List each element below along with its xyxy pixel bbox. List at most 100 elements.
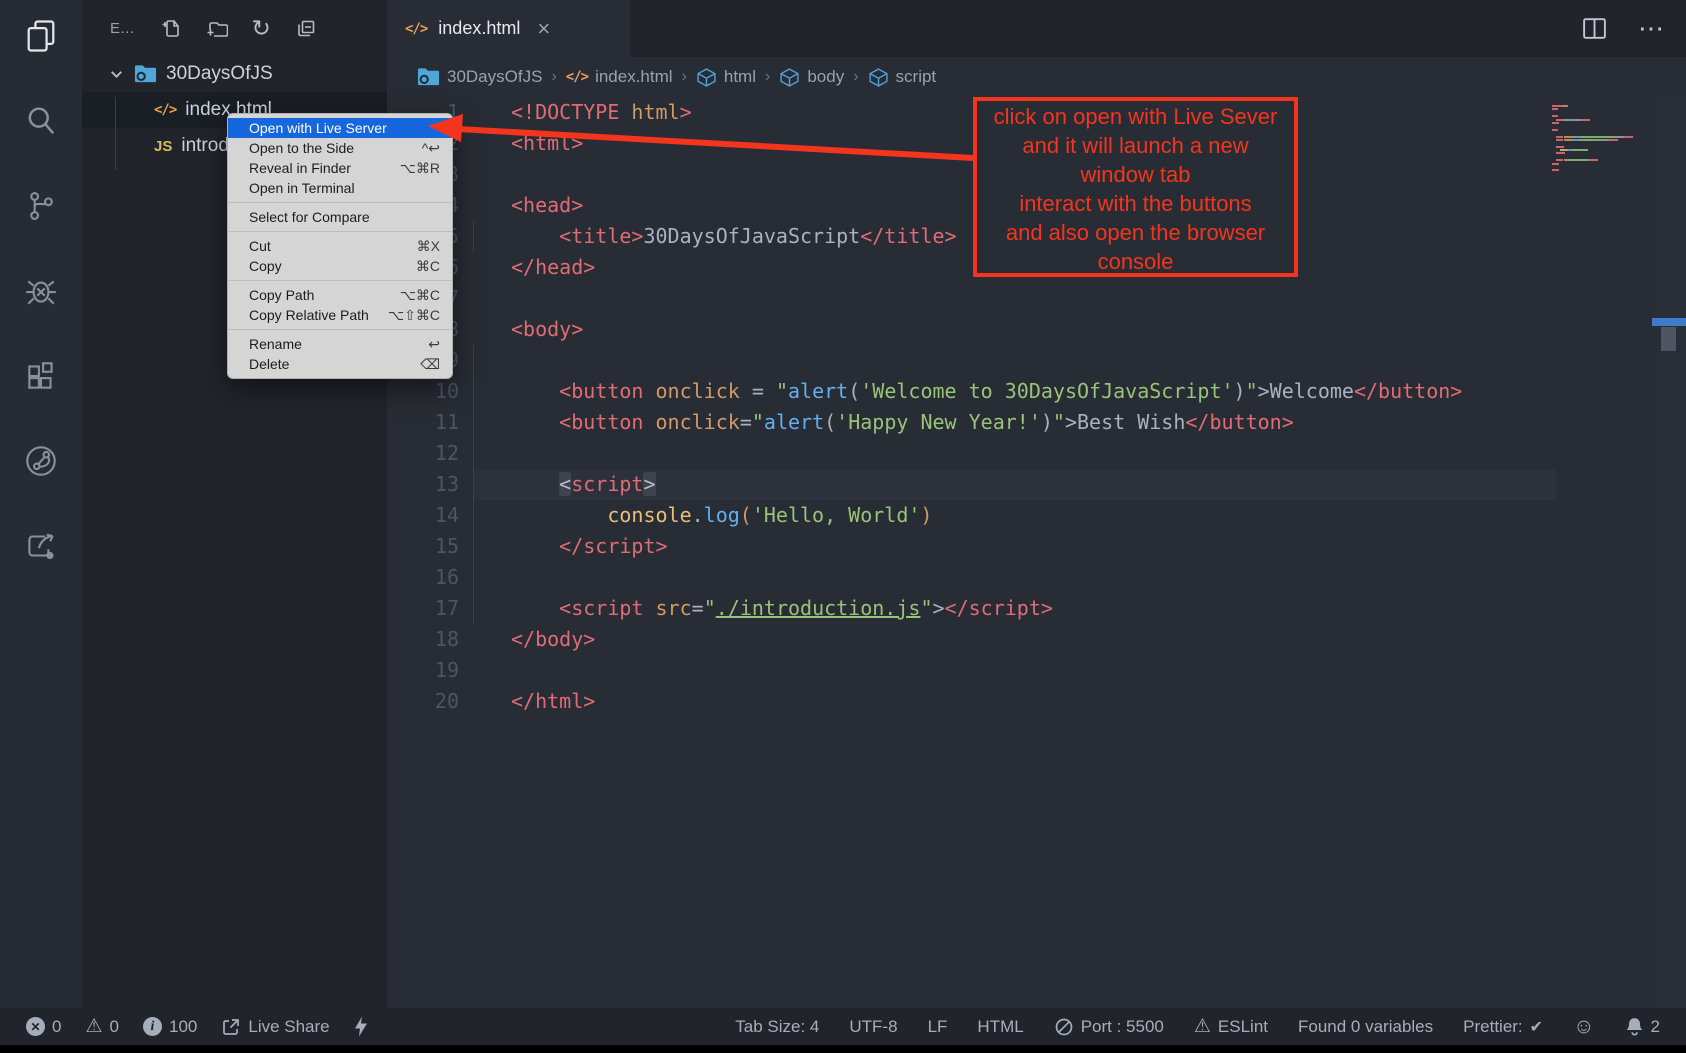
minimap-seg xyxy=(1563,146,1564,148)
line-content: </html> xyxy=(473,686,1556,717)
line-content: <body> xyxy=(473,314,1556,345)
menu-item-copy[interactable]: Copy⌘C xyxy=(228,256,452,276)
activity-bar xyxy=(0,0,82,1008)
minimap-seg xyxy=(1552,122,1559,124)
code-token: > xyxy=(932,596,944,620)
status-item-2[interactable]: 2 xyxy=(1625,1016,1660,1037)
code-token: ) xyxy=(920,503,932,527)
refresh-icon[interactable]: ↻ xyxy=(252,18,271,38)
code-token: <html> xyxy=(511,131,583,155)
line-number: 15 xyxy=(387,531,473,562)
status-item-found-0-variables[interactable]: Found 0 variables xyxy=(1298,1017,1433,1037)
code-line-8: 8<body> xyxy=(387,314,1556,345)
tab-index-html[interactable]: </> index.html × xyxy=(387,0,630,57)
cube-icon xyxy=(868,67,889,88)
bottom-strip xyxy=(0,1045,1686,1053)
tab-close-icon[interactable]: × xyxy=(537,16,550,42)
code-line-15: 15 </script> xyxy=(387,531,1556,562)
menu-item-shortcut: ⌫ xyxy=(420,356,440,373)
activity-debug-icon[interactable] xyxy=(19,269,63,313)
status-item-label: Found 0 variables xyxy=(1298,1017,1433,1037)
menu-item-select-for-compare[interactable]: Select for Compare xyxy=(228,207,452,227)
breadcrumb-item-index-html[interactable]: </>index.html xyxy=(566,67,673,87)
minimap-seg xyxy=(1564,139,1571,141)
code-line-16: 16 xyxy=(387,562,1556,593)
code-token xyxy=(511,596,559,620)
code-token: ./introduction.js xyxy=(716,596,921,620)
menu-item-shortcut: ⌥⌘C xyxy=(400,287,440,304)
minimap-line xyxy=(1552,112,1644,114)
status-item-eslint[interactable]: ⚠ESLint xyxy=(1194,1017,1268,1037)
tree-item-folder[interactable]: 30DaysOfJS xyxy=(82,56,387,92)
status-item-tab-size-4[interactable]: Tab Size: 4 xyxy=(735,1017,819,1037)
annotation-line: and it will launch a new xyxy=(977,131,1294,160)
minimap-seg xyxy=(1617,136,1624,138)
menu-item-delete[interactable]: Delete⌫ xyxy=(228,354,452,374)
code-token xyxy=(511,503,607,527)
breadcrumb-item-30daysofjs[interactable]: 30DaysOfJS xyxy=(417,67,542,87)
menu-item-copy-path[interactable]: Copy Path⌥⌘C xyxy=(228,285,452,305)
code-token: <script xyxy=(559,596,643,620)
menu-item-label: Open to the Side xyxy=(249,140,422,156)
breadcrumb-item-html[interactable]: html xyxy=(696,67,756,88)
minimap-line xyxy=(1552,132,1644,134)
status-item-live-share[interactable]: Live Share xyxy=(221,1017,329,1037)
status-item-lf[interactable]: LF xyxy=(928,1017,948,1037)
status-item-zap[interactable] xyxy=(354,1015,368,1038)
code-token: ) xyxy=(1041,410,1053,434)
code-line-1: 1<!DOCTYPE html> xyxy=(387,97,1556,128)
menu-item-reveal-in-finder[interactable]: Reveal in Finder⌥⌘R xyxy=(228,158,452,178)
menu-item-open-with-live-server[interactable]: Open with Live Server xyxy=(228,118,452,138)
context-menu: Open with Live ServerOpen to the Side^↩R… xyxy=(227,113,453,379)
activity-extensions-icon[interactable] xyxy=(19,354,63,398)
code-line-10: 10 <button onclick = "alert('Welcome to … xyxy=(387,376,1556,407)
code-token: < xyxy=(559,472,571,496)
new-folder-icon[interactable] xyxy=(206,18,228,39)
more-actions-icon[interactable]: ⋯ xyxy=(1638,13,1666,44)
editor-actions: ⋯ xyxy=(1581,0,1666,57)
status-item-100[interactable]: i100 xyxy=(143,1017,197,1037)
collapse-all-icon[interactable] xyxy=(295,18,316,39)
status-item-0[interactable]: ⚠0 xyxy=(85,1017,119,1037)
status-item-prettier-[interactable]: Prettier:✔ xyxy=(1463,1017,1543,1037)
scrollbar-thumb[interactable] xyxy=(1661,327,1676,351)
activity-source-control-icon[interactable] xyxy=(19,184,63,228)
status-item-label: 0 xyxy=(110,1017,119,1037)
status-item-label: LF xyxy=(928,1017,948,1037)
menu-item-cut[interactable]: Cut⌘X xyxy=(228,236,452,256)
status-item-smiley[interactable]: ☺ xyxy=(1573,1015,1594,1039)
code-token xyxy=(643,410,655,434)
split-editor-icon[interactable] xyxy=(1581,15,1608,42)
breadcrumb-item-script[interactable]: script xyxy=(868,67,937,88)
code-token: . xyxy=(692,503,704,527)
status-item-label: 100 xyxy=(169,1017,197,1037)
menu-item-rename[interactable]: Rename↩ xyxy=(228,334,452,354)
menu-item-copy-relative-path[interactable]: Copy Relative Path⌥⇧⌘C xyxy=(228,305,452,325)
activity-explorer-icon[interactable] xyxy=(19,14,63,58)
minimap-seg xyxy=(1609,139,1618,141)
status-item-0[interactable]: ✕0 xyxy=(26,1017,61,1037)
menu-item-label: Copy Relative Path xyxy=(249,307,388,323)
status-item-html[interactable]: HTML xyxy=(977,1017,1023,1037)
menu-item-open-to-the-side[interactable]: Open to the Side^↩ xyxy=(228,138,452,158)
new-file-icon[interactable] xyxy=(161,18,182,39)
status-item-utf-8[interactable]: UTF-8 xyxy=(849,1017,897,1037)
breadcrumb-item-body[interactable]: body xyxy=(779,67,844,88)
minimap[interactable] xyxy=(1552,105,1644,173)
activity-live-share-sessions-icon[interactable] xyxy=(19,439,63,483)
code-line-9: 9 xyxy=(387,345,1556,376)
scrollbar-track[interactable] xyxy=(1652,97,1686,1008)
activity-share-out-icon[interactable] xyxy=(19,524,63,568)
code-line-7: 7 xyxy=(387,283,1556,314)
code-token: " xyxy=(1246,379,1258,403)
code-token: <body> xyxy=(511,317,583,341)
warning-icon: ⚠ xyxy=(85,1017,102,1036)
line-content: <button onclick="alert('Happy New Year!'… xyxy=(473,407,1556,438)
line-number: 19 xyxy=(387,655,473,686)
status-item-label: Live Share xyxy=(248,1017,329,1037)
activity-search-icon[interactable] xyxy=(19,99,63,143)
status-item-port-5500[interactable]: Port : 5500 xyxy=(1054,1017,1164,1037)
code-token: html xyxy=(631,100,679,124)
menu-item-open-in-terminal[interactable]: Open in Terminal xyxy=(228,178,452,198)
line-content: <button onclick = "alert('Welcome to 30D… xyxy=(473,376,1556,407)
